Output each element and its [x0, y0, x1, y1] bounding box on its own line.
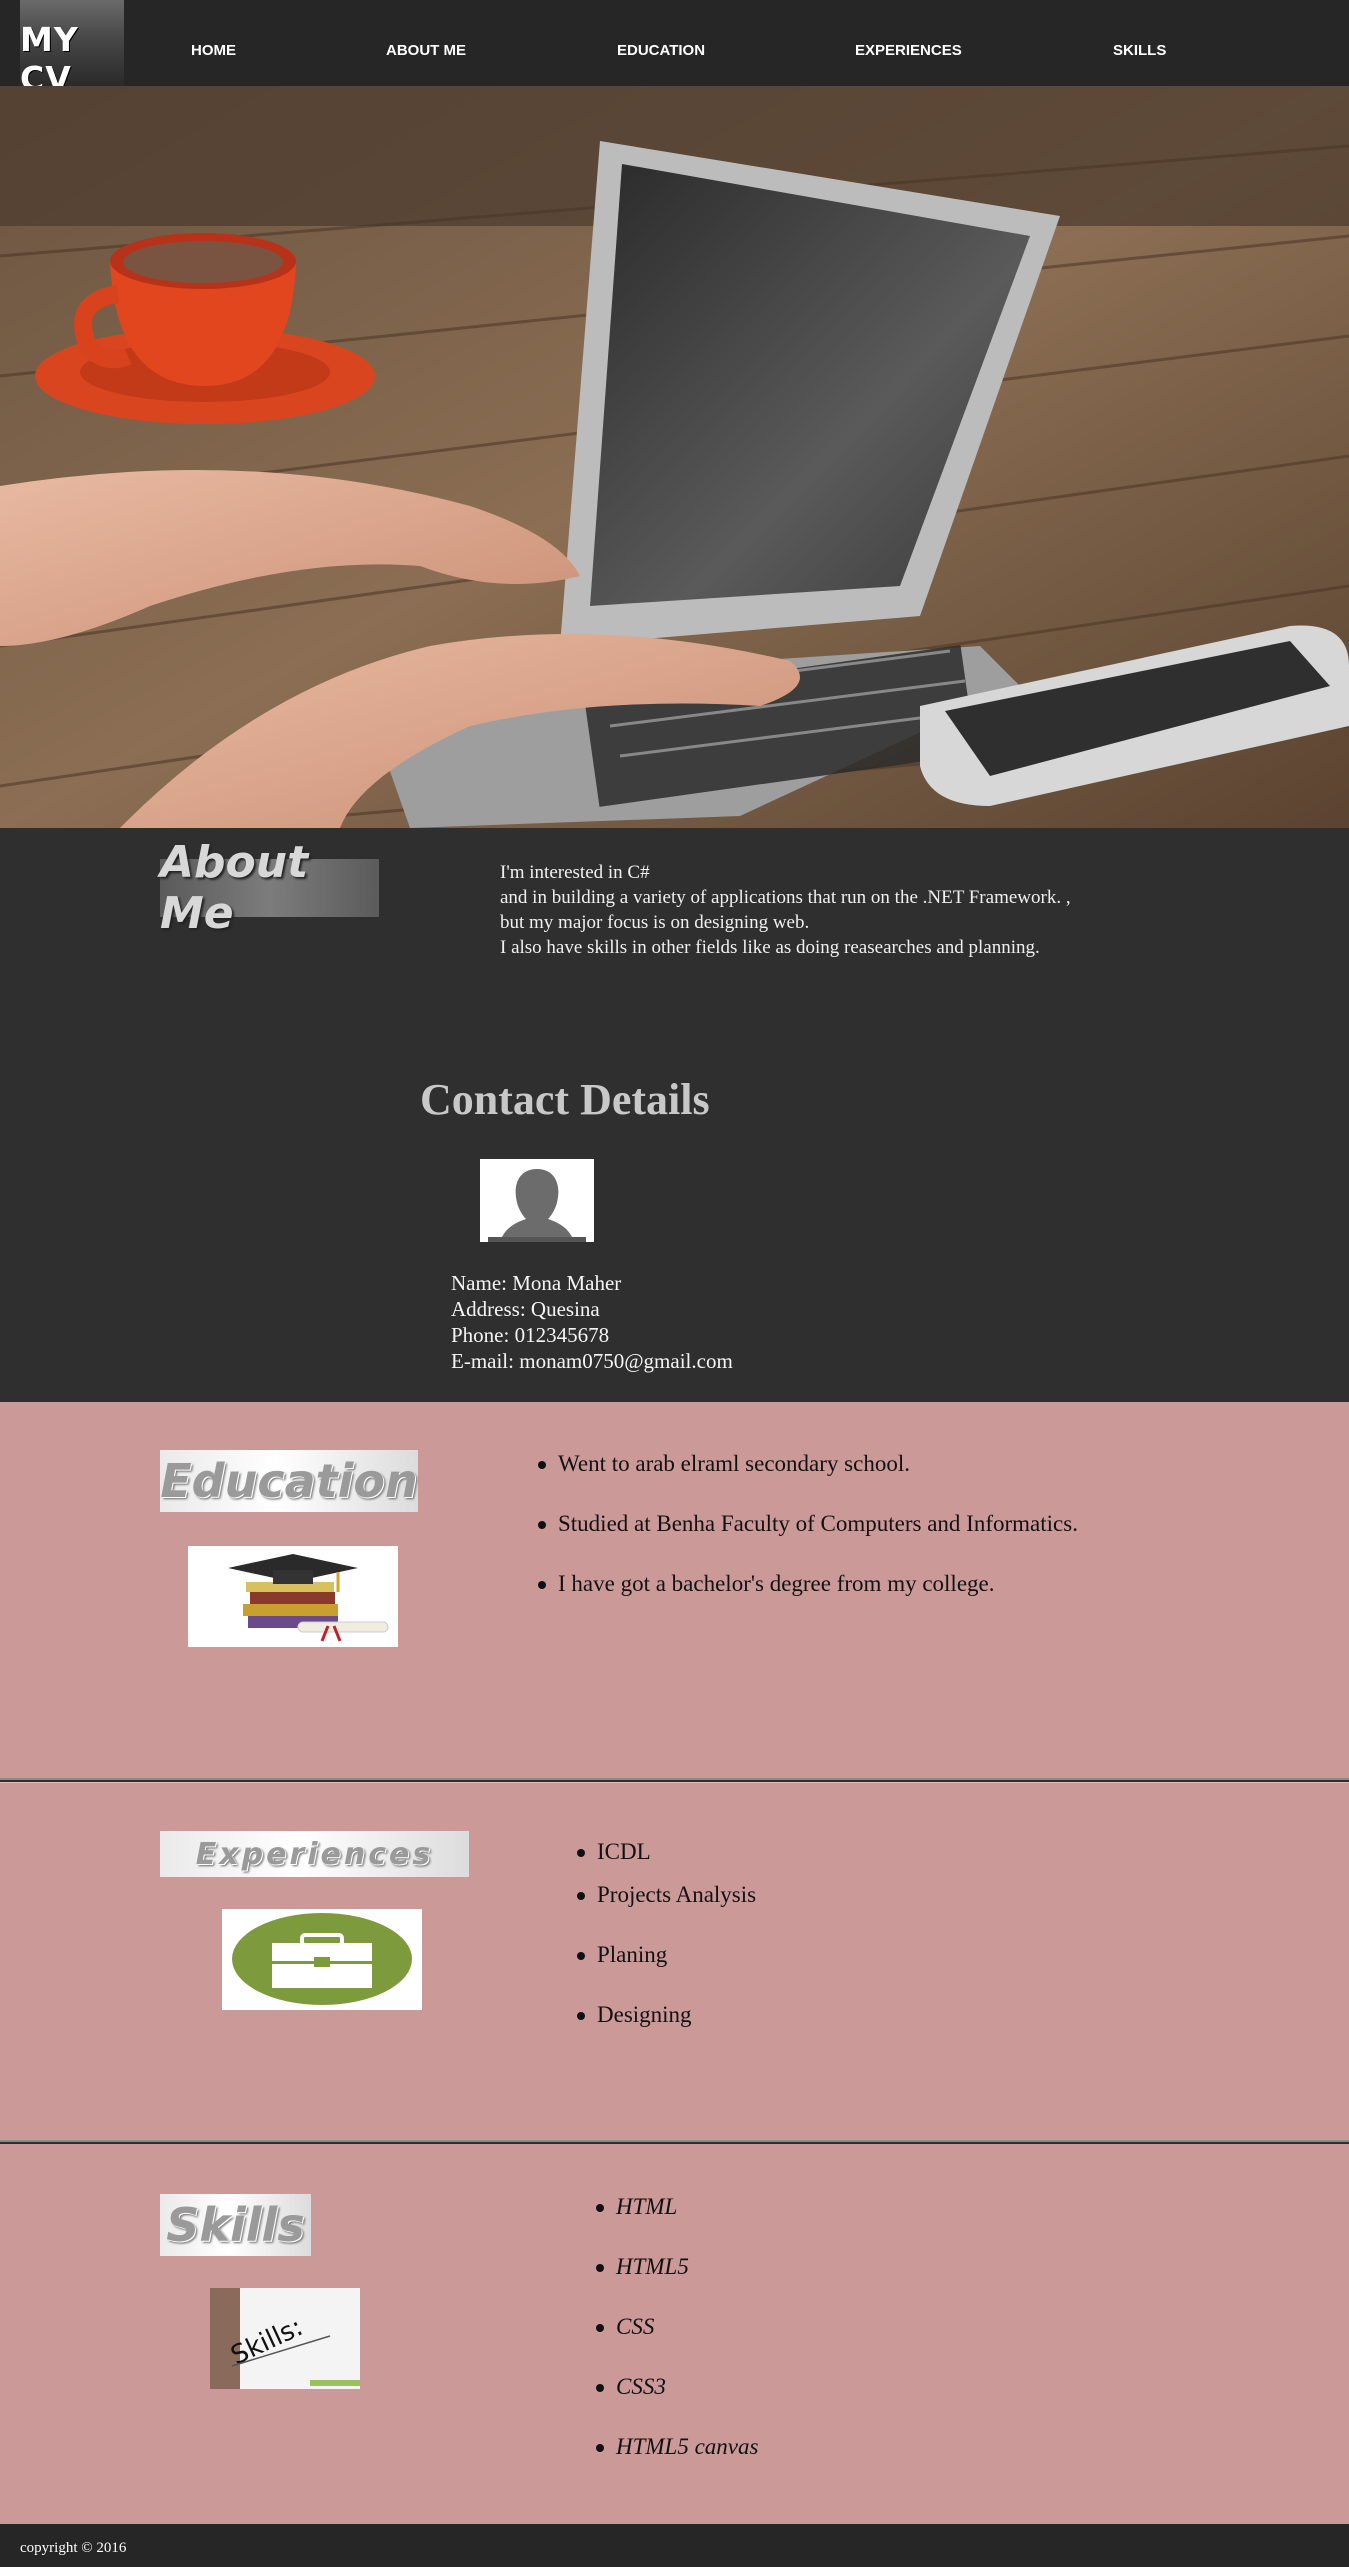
experiences-image — [222, 1909, 422, 2010]
about-heading: About Me — [160, 837, 379, 939]
list-item: I have got a bachelor's degree from my c… — [538, 1569, 1078, 1629]
list-item: HTML — [595, 2192, 758, 2252]
skills-note-icon: Skills: — [210, 2288, 360, 2389]
copyright-text: copyright © 2016 — [20, 2540, 127, 2556]
list-item: Designing — [576, 2000, 756, 2060]
education-heading: Education — [160, 1450, 418, 1512]
list-item: HTML5 canvas — [595, 2432, 758, 2492]
hero-photo — [0, 86, 1349, 828]
contact-email: E-mail: monam0750@gmail.com — [451, 1349, 733, 1373]
about-line: and in building a variety of application… — [500, 887, 1071, 908]
skills-section: Skills Skills: HTML HTML5 CSS CSS3 HTML5… — [0, 2144, 1349, 2524]
contact-phone: Phone: 012345678 — [451, 1323, 610, 1347]
list-item: Projects Analysis — [576, 1880, 756, 1940]
avatar — [480, 1159, 594, 1242]
graduation-books-icon — [188, 1546, 398, 1647]
experiences-heading: Experiences — [160, 1831, 469, 1877]
nav-link-skills[interactable]: SKILLS — [1113, 42, 1166, 59]
experiences-section: Experiences ICDL Projects Analysis Plani… — [0, 1782, 1349, 2142]
education-image — [188, 1546, 398, 1647]
contact-details: Name: Mona Maher Address: Quesina Phone:… — [451, 1270, 733, 1374]
about-line: I also have skills in other fields like … — [500, 937, 1040, 958]
skills-image: Skills: — [210, 2288, 360, 2389]
experiences-list: ICDL Projects Analysis Planing Designing — [576, 1837, 756, 2060]
about-text: I'm interested in C# and in building a v… — [500, 860, 1260, 960]
contact-address: Address: Quesina — [451, 1297, 600, 1321]
list-item: Went to arab elraml secondary school. — [538, 1449, 1078, 1509]
briefcase-icon — [222, 1909, 422, 2010]
hero-image — [0, 86, 1349, 828]
about-section: About Me I'm interested in C# and in bui… — [0, 828, 1349, 1402]
list-item: Studied at Benha Faculty of Computers an… — [538, 1509, 1078, 1569]
contact-name: Name: Mona Maher — [451, 1271, 622, 1295]
person-silhouette-icon — [480, 1159, 594, 1242]
skills-list: HTML HTML5 CSS CSS3 HTML5 canvas — [595, 2192, 758, 2492]
contact-title: Contact Details — [420, 1075, 710, 1124]
list-item: ICDL — [576, 1837, 756, 1880]
skills-heading: Skills — [160, 2194, 311, 2256]
list-item: CSS3 — [595, 2372, 758, 2432]
top-nav: MY CV HOME ABOUT ME EDUCATION EXPERIENCE… — [0, 0, 1349, 98]
list-item: CSS — [595, 2312, 758, 2372]
about-line: I'm interested in C# — [500, 862, 650, 883]
education-section: Education Went to arab elraml secondary … — [0, 1402, 1349, 1780]
education-list: Went to arab elraml secondary school. St… — [538, 1449, 1078, 1629]
logo[interactable]: MY CV — [20, 0, 124, 98]
list-item: Planing — [576, 1940, 756, 2000]
list-item: HTML5 — [595, 2252, 758, 2312]
about-line: but my major focus is on designing web. — [500, 912, 810, 933]
footer: copyright © 2016 — [0, 2524, 1349, 2567]
nav-link-education[interactable]: EDUCATION — [617, 42, 705, 59]
nav-link-home[interactable]: HOME — [191, 42, 236, 59]
nav-link-experiences[interactable]: EXPERIENCES — [855, 42, 962, 59]
nav-link-about-me[interactable]: ABOUT ME — [386, 42, 466, 59]
